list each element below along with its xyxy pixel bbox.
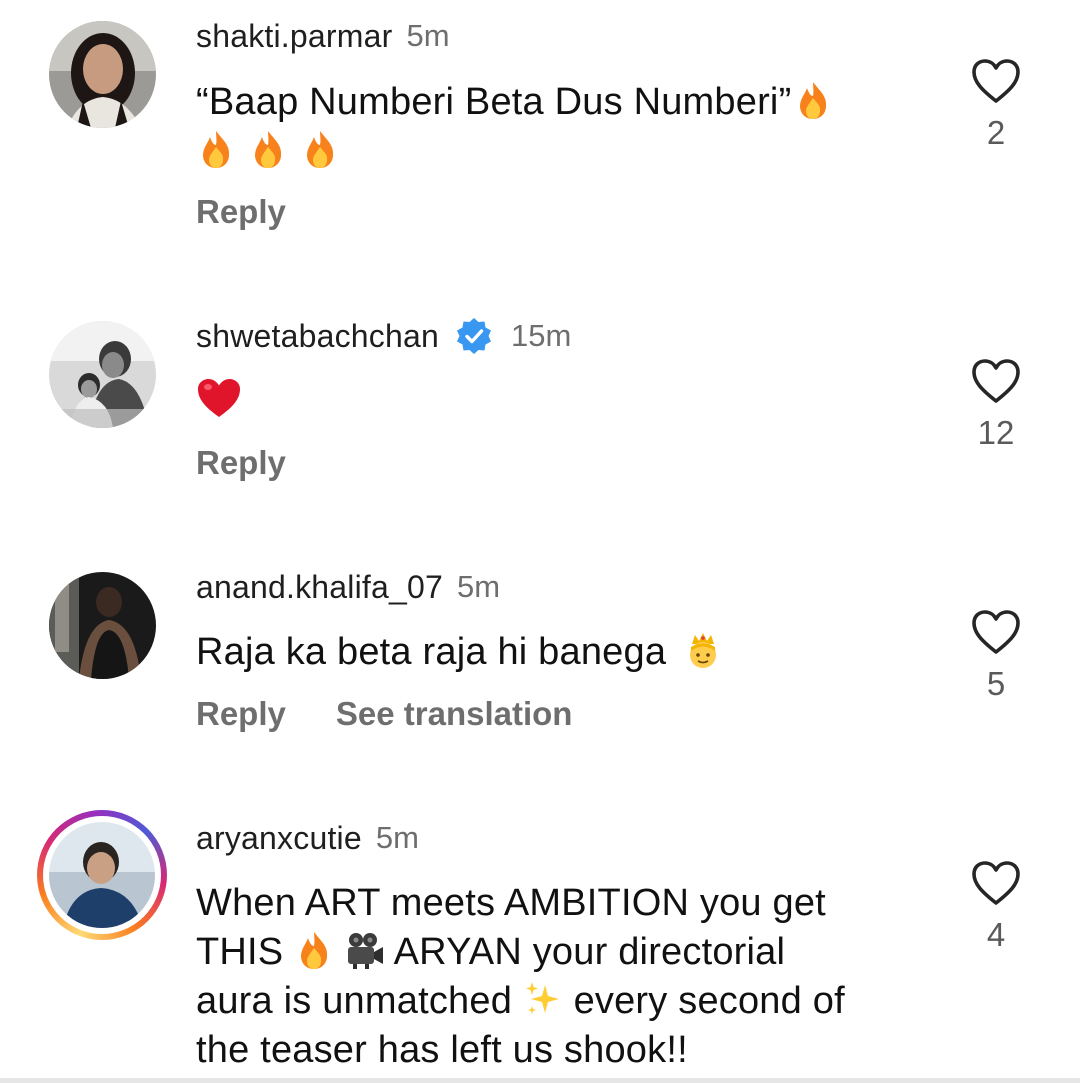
comment-text-line: the teaser has left us shook!! xyxy=(196,1029,688,1071)
comment-text-line: “Baap Numberi Beta Dus Numberi” xyxy=(196,81,792,123)
like-count: 5 xyxy=(986,665,1006,702)
comment-text-line: every second of xyxy=(573,980,845,1022)
username[interactable]: aryanxcutie xyxy=(196,820,362,857)
movie-camera-emoji-icon xyxy=(345,930,385,970)
timestamp: 5m xyxy=(375,820,419,855)
fire-emoji-icon xyxy=(294,930,334,970)
like-control: 2 xyxy=(968,58,1024,152)
comment-text: “Baap Numberi Beta Dus Numberi” xyxy=(196,78,916,176)
see-translation-button[interactable]: See translation xyxy=(336,695,573,733)
comment-actions: Reply See translation xyxy=(196,695,572,733)
story-ring[interactable] xyxy=(37,810,167,940)
comment-meta: aryanxcutie 5m xyxy=(196,816,419,860)
verified-badge-icon xyxy=(455,317,493,355)
like-control: 5 xyxy=(968,609,1024,703)
like-count: 12 xyxy=(977,414,1015,451)
comment-text xyxy=(196,377,916,426)
username[interactable]: anand.khalifa_07 xyxy=(196,569,443,606)
prince-emoji-icon xyxy=(683,630,723,670)
fire-emoji-icon xyxy=(196,129,236,169)
comment-actions: Reply xyxy=(196,444,286,482)
comment-text-line: ARYAN your directorial xyxy=(393,931,786,973)
fire-emoji-icon xyxy=(300,129,340,169)
comment-text: When ART meets AMBITION you get THIS ARY… xyxy=(196,879,916,1075)
avatar[interactable] xyxy=(49,21,156,128)
comment-text-line: Raja ka beta raja hi banega xyxy=(196,631,667,673)
comment-meta: shakti.parmar 5m xyxy=(196,14,450,58)
avatar[interactable] xyxy=(49,572,156,679)
heart-outline-icon[interactable] xyxy=(971,358,1021,404)
timestamp: 5m xyxy=(406,18,450,53)
reply-button[interactable]: Reply xyxy=(196,193,286,231)
heart-outline-icon[interactable] xyxy=(971,860,1021,906)
reply-button[interactable]: Reply xyxy=(196,695,286,733)
like-count: 4 xyxy=(986,916,1006,953)
comment-meta: anand.khalifa_07 5m xyxy=(196,565,500,609)
timestamp: 15m xyxy=(510,318,572,353)
avatar[interactable] xyxy=(49,822,155,928)
like-count: 2 xyxy=(986,114,1006,151)
comment-actions: Reply xyxy=(196,193,286,231)
like-control: 12 xyxy=(968,358,1024,452)
comment-text-line: aura is unmatched xyxy=(196,980,513,1022)
comment-text-line: When ART meets AMBITION you get xyxy=(196,882,826,924)
username[interactable]: shakti.parmar xyxy=(196,18,392,55)
avatar[interactable] xyxy=(49,321,156,428)
timestamp: 5m xyxy=(456,569,501,604)
sparkles-emoji-icon xyxy=(523,979,563,1019)
fire-emoji-icon xyxy=(793,80,833,120)
reply-button[interactable]: Reply xyxy=(196,444,286,482)
comment-text-line: THIS xyxy=(196,931,284,973)
bottom-divider xyxy=(0,1078,1080,1083)
heart-outline-icon[interactable] xyxy=(971,58,1021,104)
heart-outline-icon[interactable] xyxy=(971,609,1021,655)
fire-emoji-icon xyxy=(248,129,288,169)
username[interactable]: shwetabachchan xyxy=(196,318,439,355)
comment-meta: shwetabachchan 15m xyxy=(196,314,571,358)
comment-text: Raja ka beta raja hi banega xyxy=(196,628,916,677)
red-heart-emoji-icon xyxy=(196,377,242,419)
like-control: 4 xyxy=(968,860,1024,954)
